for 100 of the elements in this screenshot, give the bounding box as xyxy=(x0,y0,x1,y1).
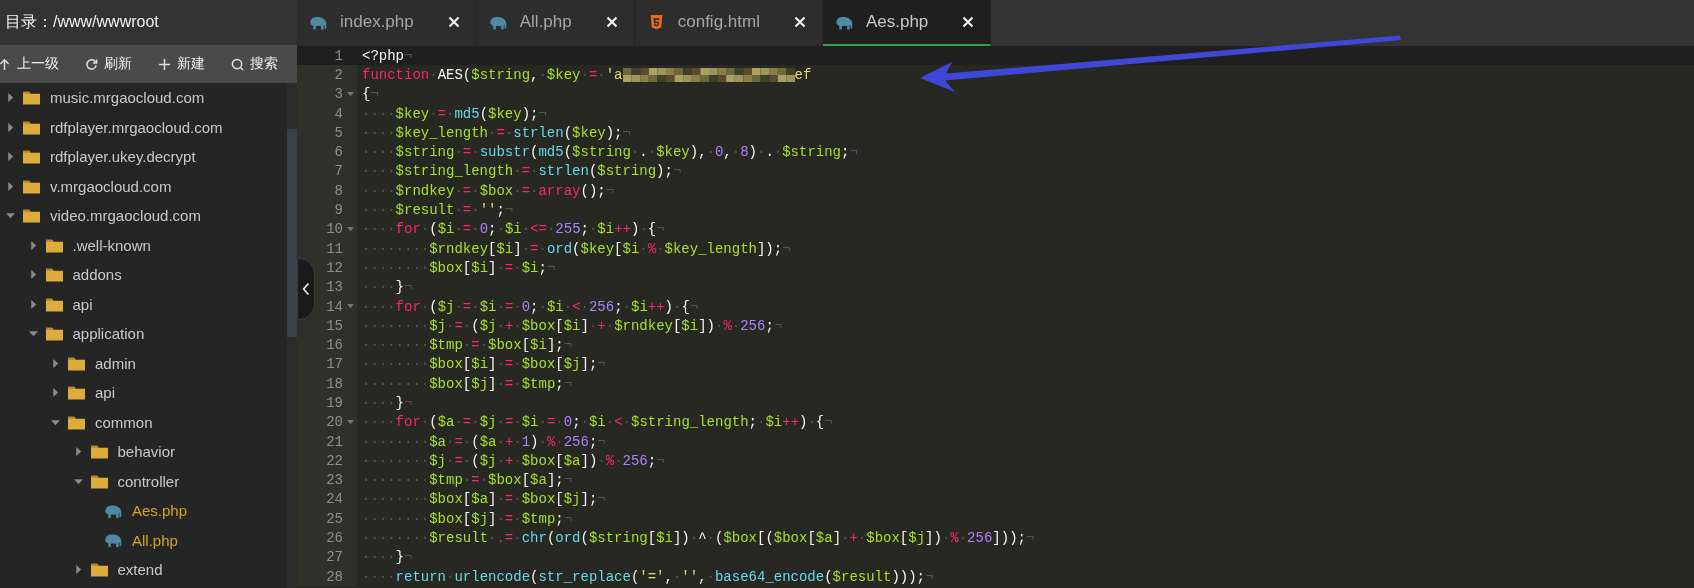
line-number: 16 xyxy=(326,337,343,354)
line-number: 2 xyxy=(334,66,343,83)
code-line: ········$box[$i]·=·$i;¬ xyxy=(361,259,556,276)
code-line: ········$box[$j]·=·$tmp;¬ xyxy=(361,510,573,527)
line-number: 25 xyxy=(326,510,343,527)
line-number: 23 xyxy=(326,472,343,489)
line-number: 26 xyxy=(326,530,343,547)
line-number: 24 xyxy=(326,491,343,508)
new-button[interactable]: 新建 xyxy=(158,55,205,73)
editor-tab[interactable]: config.html xyxy=(634,0,823,46)
line-number: 17 xyxy=(326,356,343,373)
folder-icon xyxy=(23,90,40,106)
tree-item[interactable]: admin xyxy=(0,348,287,378)
tree-item[interactable]: api xyxy=(0,378,287,408)
folder-icon xyxy=(90,473,108,489)
code-line: ····$result·=·'';¬ xyxy=(361,202,514,218)
tree-item[interactable]: music.mrgaocloud.com xyxy=(0,83,287,113)
line-number: 19 xyxy=(326,395,343,411)
code-line: ········$box[$a]·=·$box[$j];¬ xyxy=(361,491,606,508)
close-icon[interactable] xyxy=(962,16,975,28)
tree-item[interactable]: rdfplayer.ukey.decrypt xyxy=(0,142,287,172)
line-number: 14 xyxy=(326,298,343,315)
up-arrow-icon xyxy=(0,57,11,71)
line-number: 8 xyxy=(334,182,343,199)
tree-item[interactable]: v.mrgaocloud.com xyxy=(0,171,287,201)
search-icon xyxy=(231,57,244,71)
code-line: ········$tmp·=·$box[$a];¬ xyxy=(361,472,573,489)
plus-icon xyxy=(158,57,171,71)
line-number: 5 xyxy=(334,124,343,141)
tree-item[interactable]: controller xyxy=(0,466,287,496)
search-button[interactable]: 搜索 xyxy=(231,55,278,73)
line-number: 13 xyxy=(326,279,343,296)
tree-item[interactable]: rdfplayer.mrgaocloud.com xyxy=(0,112,287,142)
tree-item[interactable]: common xyxy=(0,407,287,437)
editor-tab[interactable]: All.php xyxy=(476,0,635,46)
line-number: 15 xyxy=(326,317,343,334)
collapse-sidebar-button[interactable] xyxy=(297,258,315,320)
tree-item[interactable]: behavior xyxy=(0,437,287,467)
code-line: ····$rndkey·=·$box·=·array();¬ xyxy=(361,182,615,199)
code-line: ····for·($j·=·$i·=·0;·$i·<·256;·$i++)·{¬ xyxy=(361,298,699,315)
close-icon[interactable] xyxy=(605,16,618,28)
fold-icon[interactable] xyxy=(346,226,354,232)
folder-icon xyxy=(23,119,40,135)
tree-item[interactable]: video.mrgaocloud.com xyxy=(0,201,287,231)
line-number: 20 xyxy=(326,414,343,431)
line-number: 27 xyxy=(326,549,343,566)
close-icon[interactable] xyxy=(793,16,806,28)
tree-item[interactable]: extend xyxy=(0,555,287,585)
folder-icon xyxy=(23,149,40,165)
code-line: <?php¬ xyxy=(361,47,413,64)
tree-item[interactable]: application xyxy=(0,319,287,349)
line-number: 7 xyxy=(334,163,343,180)
chevron-left-icon xyxy=(302,281,310,297)
folder-icon xyxy=(23,178,40,194)
elephant-icon xyxy=(309,14,328,30)
up-level-button[interactable]: 上一级 xyxy=(0,55,59,73)
scrollbar-thumb[interactable] xyxy=(287,129,297,337)
folder-icon xyxy=(68,385,85,401)
folder-icon xyxy=(45,267,63,283)
fold-icon[interactable] xyxy=(346,419,354,425)
folder-icon xyxy=(45,296,63,312)
fold-icon[interactable] xyxy=(346,304,354,309)
line-number: 22 xyxy=(326,452,343,469)
line-number: 12 xyxy=(326,259,343,276)
code-line: ····}¬ xyxy=(361,395,413,411)
tree-item[interactable]: All.php xyxy=(0,525,287,555)
fold-icon[interactable] xyxy=(346,91,354,97)
code-line: ········$tmp·=·$box[$i];¬ xyxy=(361,337,573,354)
refresh-button[interactable]: 刷新 xyxy=(85,55,132,73)
tree-item[interactable]: Aes.php xyxy=(0,496,287,526)
line-number: 21 xyxy=(326,433,343,450)
code-line: ····}¬ xyxy=(361,549,413,566)
code-line: ········$rndkey[$i]·=·ord($key[$i·%·$key_length]);¬ xyxy=(361,240,791,257)
directory-path: 目录：/www/wwwroot xyxy=(5,12,159,32)
folder-icon xyxy=(68,414,85,430)
tree-item[interactable]: addons xyxy=(0,260,287,290)
tree-item[interactable]: .well-known xyxy=(0,230,287,260)
code-line: ········$j·=·($j·+·$box[$i]·+·$rndkey[$i])·%·256;¬ xyxy=(361,317,783,334)
code-line: ········$result·.=·chr(ord($string[$i])·^·($box[($box[$a]·+·$box[$j])·%·256]));¬ xyxy=(361,530,1035,547)
line-number: 9 xyxy=(334,202,343,218)
code-line: ····for·($i·=·0;·$i·<=·255;·$i++)·{¬ xyxy=(361,221,665,238)
folder-icon xyxy=(23,208,40,224)
code-line: ····return·urlencode(str_replace('=',·'',·base64_encode($result)));¬ xyxy=(361,568,934,585)
code-line: ····$string·=·substr(md5($string·.·$key),·0,·8)·.·$string;¬ xyxy=(361,144,858,161)
close-icon[interactable] xyxy=(447,16,460,28)
line-number: 11 xyxy=(326,240,343,257)
editor-tab[interactable]: index.php xyxy=(297,0,477,46)
folder-icon xyxy=(90,562,108,578)
line-number: 10 xyxy=(326,221,343,238)
tree-item[interactable]: api xyxy=(0,289,287,319)
code-line: ····for·($a·=·$j·=·$i·=·0;·$i·<·$string_length;·$i++)·{¬ xyxy=(361,414,833,431)
elephant-icon xyxy=(104,533,123,548)
line-number: 28 xyxy=(326,568,343,585)
refresh-icon xyxy=(85,57,98,71)
code-line: ····}¬ xyxy=(361,279,413,296)
editor-tab[interactable]: Aes.php xyxy=(822,0,992,46)
code-line: ····$key·=·md5($key);¬ xyxy=(361,105,547,122)
line-number: 6 xyxy=(334,144,343,161)
folder-icon xyxy=(90,444,108,460)
folder-icon xyxy=(45,326,63,342)
